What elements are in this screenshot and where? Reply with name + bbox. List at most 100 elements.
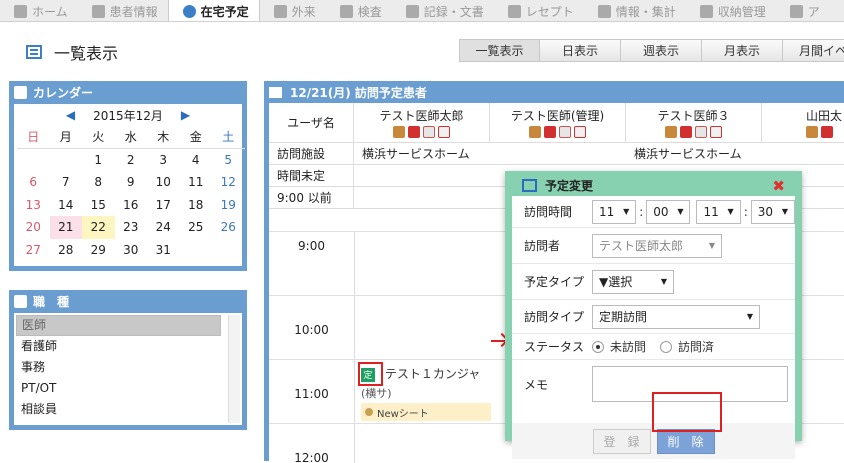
calendar-day[interactable]: 11 [180,171,213,194]
calendar-day[interactable]: 6 [17,171,50,194]
calendar-day[interactable]: 29 [82,239,115,262]
person-icon[interactable] [529,126,541,138]
tab-info-stats[interactable]: 情報・集計 [584,0,686,21]
calendar-day[interactable]: 24 [147,216,180,239]
calendar-day[interactable]: 8 [82,171,115,194]
calendar-day[interactable]: 30 [115,239,148,262]
close-icon[interactable]: ✖ [772,177,785,195]
calendar-day[interactable]: 16 [115,194,148,217]
calendar-day[interactable]: 28 [50,239,83,262]
calendar-day[interactable]: 14 [50,194,83,217]
status-label: ステータス [524,340,585,354]
view-tab-list[interactable]: 一覧表示 [459,39,540,62]
end-minute-select[interactable]: 30 ▼ [750,199,795,224]
calendar-day[interactable]: 31 [147,239,180,262]
end-hour-select[interactable]: 11 ▼ [696,199,741,224]
export-icon[interactable] [559,126,571,138]
calendar-day[interactable]: 18 [180,194,213,217]
tab-more[interactable]: ア [776,0,830,21]
document-icon[interactable] [574,126,586,138]
status-unvisited-radio[interactable] [592,340,604,353]
job-type-item-clerk[interactable]: 事務 [16,357,221,378]
calendar-day[interactable]: 7 [50,171,83,194]
pdf-icon[interactable] [408,126,420,138]
visit-type-select[interactable]: 定期訪問 ▼ [592,304,760,329]
calendar-day[interactable]: 1 [82,149,115,172]
receipt-icon [507,4,521,18]
export-icon[interactable] [695,126,707,138]
calendar-panel: カレンダー ◀ 2015年12月 ▶ 日月火水木金土 1 2 3 4 5 6 7 8 9 10 11 1… [9,81,247,271]
job-type-item-ptot[interactable]: PT/OT [16,378,221,399]
person-icon[interactable] [393,126,405,138]
calendar-day[interactable]: 20 [17,216,50,239]
plan-type-select[interactable]: ▼選択 ▼ [592,269,674,294]
start-hour-select[interactable]: 11 ▼ [592,199,637,224]
view-tab-month[interactable]: 月表示 [702,39,783,62]
calendar-day[interactable]: 5 [212,149,245,172]
calendar-day[interactable]: 26 [212,216,245,239]
job-type-scrollbar[interactable] [228,315,240,423]
export-icon[interactable] [423,126,435,138]
doctor-column: テスト医師太郎 [354,103,490,142]
calendar-day[interactable]: 15 [82,194,115,217]
job-type-item-counselor[interactable]: 相談員 [16,399,221,420]
facility-row: 訪問施設 横浜サービスホーム 横浜サービスホーム [269,143,844,165]
calendar-day[interactable]: 2 [115,149,148,172]
view-tab-monthly-event[interactable]: 月間イベ [783,39,844,62]
tab-outpatient[interactable]: 外来 [260,0,326,21]
person-icon[interactable] [806,126,818,138]
page-title: 一覧表示 [26,40,118,64]
calendar-day[interactable]: 10 [147,171,180,194]
calendar-day[interactable]: 23 [115,216,148,239]
calendar-day[interactable]: 25 [180,216,213,239]
document-icon[interactable] [710,126,722,138]
job-type-item-nurse[interactable]: 看護師 [16,336,221,357]
tab-payment[interactable]: 収納管理 [686,0,776,21]
delete-button[interactable]: 削 除 [656,428,715,454]
prev-month-button[interactable]: ◀ [66,108,75,122]
doctor-header-row: ユーザ名 テスト医師太郎 テスト医師(管理) テスト医師３ 山田太 [269,103,844,143]
tab-home[interactable]: ホーム [0,0,78,21]
tab-patient-info[interactable]: 患者情報 [78,0,168,21]
pdf-icon[interactable] [544,126,556,138]
job-type-list: 医師 看護師 事務 PT/OT 相談員 [14,313,242,425]
calendar-day[interactable]: 17 [147,194,180,217]
calendar-day[interactable]: 9 [115,171,148,194]
tab-records[interactable]: 記録・文書 [392,0,494,21]
top-nav: ホーム 患者情報 在宅予定 外来 検査 記録・文書 レセプト 情報・集計 収納管… [0,0,844,22]
calendar-day[interactable]: 22 [82,216,115,239]
calendar-day[interactable]: 13 [17,194,50,217]
payment-icon [699,4,713,18]
calendar-day[interactable]: 19 [212,194,245,217]
calendar-day[interactable]: 3 [147,149,180,172]
facility-cell [490,143,626,164]
view-tab-week[interactable]: 週表示 [621,39,702,62]
pdf-icon[interactable] [821,126,833,138]
tab-receipt[interactable]: レセプト [494,0,584,21]
plan-type-label: 予定タイプ [524,275,585,289]
event-patient-name[interactable]: テスト１カンジャ [385,367,480,381]
calendar-day[interactable]: 21 [49,216,82,239]
start-minute-select[interactable]: 00 ▼ [646,199,691,224]
view-tab-day[interactable]: 日表示 [540,39,621,62]
document-icon[interactable] [438,126,450,138]
tab-examination[interactable]: 検査 [326,0,392,21]
calendar-weekday: 火 [82,126,115,149]
visitor-label: 訪問者 [524,239,561,253]
calendar-day[interactable]: 27 [17,239,50,262]
register-button[interactable]: 登 録 [592,428,651,454]
visitor-select[interactable]: テスト医師太郎 ▼ [592,233,722,258]
pdf-icon[interactable] [680,126,692,138]
dialog-header: 予定変更 ✖ [508,174,799,196]
calendar-day[interactable]: 4 [180,149,213,172]
job-type-item-doctor[interactable]: 医師 [16,315,221,336]
person-icon[interactable] [665,126,677,138]
tab-home-visit[interactable]: 在宅予定 [167,0,260,21]
records-icon [405,4,419,18]
home-visit-icon [182,5,196,18]
schedule-event[interactable]: 定 テスト１カンジャ (横サ) Newシート [358,362,501,421]
new-sheet-button[interactable]: Newシート [361,403,491,421]
calendar-day[interactable]: 12 [212,171,245,194]
status-visited-radio[interactable] [660,340,673,353]
next-month-button[interactable]: ▶ [181,108,190,122]
